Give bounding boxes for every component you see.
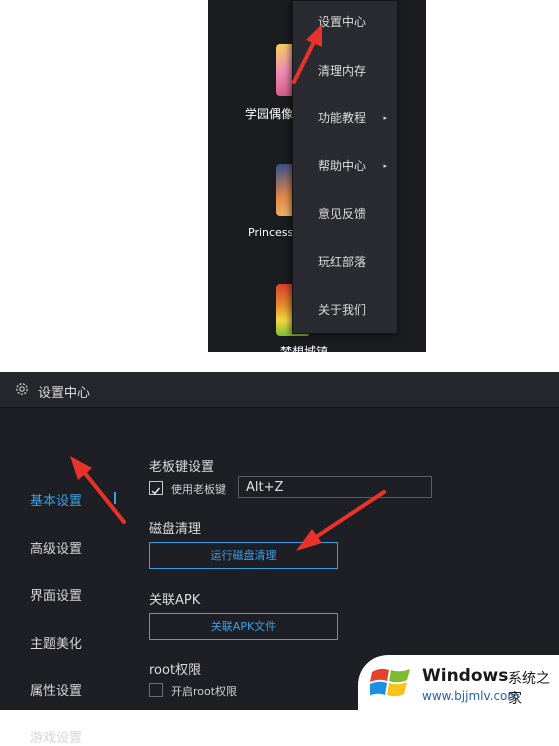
checkmark-icon (151, 487, 161, 495)
menu-item-label: 帮助中心 (318, 159, 367, 173)
sidebar-item-advanced[interactable]: 高级设置 (30, 538, 82, 557)
run-disk-clean-button[interactable]: 运行磁盘清理 (149, 542, 338, 569)
associate-apk-title: 关联APK (149, 593, 201, 608)
associate-apk-button[interactable]: 关联APK文件 (149, 613, 338, 640)
disk-clean-title: 磁盘清理 (149, 522, 202, 537)
menu-item-label: 清理内存 (318, 64, 367, 78)
app-label: 梦想城镇 (280, 345, 329, 352)
gear-icon (16, 383, 28, 395)
dropdown-menu: 设置中心 清理内存 功能教程 ▸ 帮助中心 ▸ 意见反馈 玩红部落 关于我们 (292, 0, 398, 334)
watermark-brand: Windows (422, 666, 509, 686)
launcher-panel: 学园偶像 PrincessC 梦想城镇 设置中心 清理内存 功能教程 ▸ 帮助中… (208, 0, 426, 352)
menu-item-community[interactable]: 玩红部落 (293, 247, 397, 277)
root-permission-checkbox-label: 开启root权限 (171, 685, 238, 698)
menu-item-label: 意见反馈 (318, 207, 367, 221)
menu-item-settings-center[interactable]: 设置中心 (293, 7, 397, 37)
sidebar-item-game[interactable]: 游戏设置 (30, 727, 82, 746)
windows-logo-icon (370, 668, 410, 697)
sidebar-item-basic[interactable]: 基本设置 (30, 490, 82, 509)
submenu-arrow-icon: ▸ (383, 114, 387, 122)
menu-item-clean-memory[interactable]: 清理内存 (293, 56, 397, 86)
menu-item-help-center[interactable]: 帮助中心 ▸ (293, 151, 397, 181)
app-label: 学园偶像 (245, 107, 294, 121)
root-permission-checkbox[interactable] (149, 683, 163, 697)
menu-item-label: 关于我们 (318, 303, 367, 317)
watermark-url: www.bjjmlv.com (422, 689, 520, 703)
sidebar-item-interface[interactable]: 界面设置 (30, 585, 82, 604)
sidebar-item-properties[interactable]: 属性设置 (30, 680, 82, 699)
menu-item-tutorials[interactable]: 功能教程 ▸ (293, 103, 397, 133)
watermark: Windows 系统之家 www.bjjmlv.com (358, 655, 559, 710)
menu-item-label: 玩红部落 (318, 255, 367, 269)
settings-sidebar: 基本设置 高级设置 界面设置 主题美化 属性设置 游戏设置 (0, 408, 120, 746)
boss-key-hotkey-field[interactable] (238, 476, 432, 498)
sidebar-item-theme[interactable]: 主题美化 (30, 633, 82, 652)
menu-item-label: 功能教程 (318, 111, 367, 125)
title-bar: 设置中心 (0, 372, 559, 408)
boss-key-checkbox[interactable] (149, 481, 163, 495)
active-tab-indicator (114, 492, 116, 504)
menu-item-feedback[interactable]: 意见反馈 (293, 199, 397, 229)
menu-item-about[interactable]: 关于我们 (293, 295, 397, 325)
root-permission-title: root权限 (149, 663, 202, 678)
menu-item-label: 设置中心 (318, 15, 367, 29)
window-title: 设置中心 (38, 386, 91, 401)
boss-key-checkbox-label: 使用老板键 (171, 483, 226, 496)
submenu-arrow-icon: ▸ (383, 162, 387, 170)
boss-key-title: 老板键设置 (149, 460, 215, 475)
